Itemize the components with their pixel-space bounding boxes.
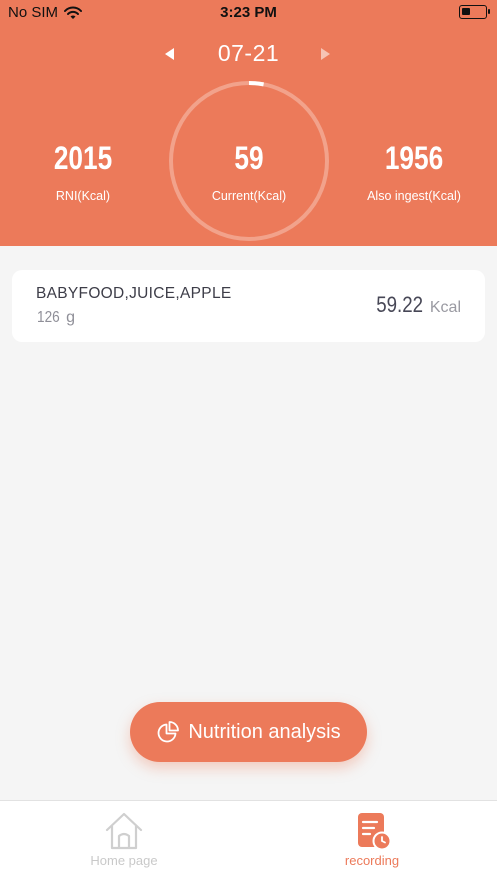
status-time: 3:23 PM	[220, 4, 277, 21]
current-stat: 59 Current(Kcal)	[189, 140, 309, 203]
tab-bar: Home page recording	[0, 800, 497, 883]
remaining-value: 1956	[384, 140, 444, 176]
record-icon	[358, 813, 392, 851]
remaining-label: Also ingest(Kcal)	[367, 189, 461, 203]
status-bar: No SIM 3:23 PM	[0, 0, 497, 26]
food-calories: 59.22 Kcal	[368, 292, 461, 318]
food-weight-unit: g	[66, 309, 76, 326]
current-value: 59	[234, 140, 264, 176]
rni-label: RNI(Kcal)	[55, 189, 111, 203]
tab-home-label: Home page	[90, 853, 158, 868]
food-calories-unit: Kcal	[429, 299, 461, 316]
nutrition-analysis-button[interactable]: Nutrition analysis	[130, 702, 367, 762]
next-day-icon[interactable]	[318, 44, 334, 64]
rni-stat: 2015 RNI(Kcal)	[23, 140, 143, 203]
rni-value: 2015	[53, 140, 113, 176]
nutrition-analysis-label: Nutrition analysis	[188, 720, 341, 743]
food-weight: 126 g	[37, 309, 75, 327]
tab-recording-label: recording	[344, 853, 400, 868]
food-calories-value: 59.22	[376, 292, 423, 317]
tab-home[interactable]: Home page	[54, 811, 194, 868]
tab-recording[interactable]: recording	[302, 811, 442, 868]
date-navigator: 07-21	[0, 40, 497, 68]
current-label: Current(Kcal)	[211, 189, 287, 203]
header: No SIM 3:23 PM 07-21 2015 RNI(Kcal) 59 C…	[0, 0, 497, 246]
current-date: 07-21	[217, 40, 280, 66]
food-name: BABYFOOD,JUICE,APPLE	[36, 285, 232, 302]
pie-chart-icon	[158, 721, 180, 743]
battery-icon	[459, 5, 490, 19]
battery-level	[462, 8, 470, 15]
food-item-card[interactable]: BABYFOOD,JUICE,APPLE 126 g 59.22 Kcal	[12, 270, 485, 342]
remaining-stat: 1956 Also ingest(Kcal)	[353, 140, 475, 203]
food-weight-value: 126	[37, 309, 60, 326]
home-icon	[105, 812, 143, 850]
